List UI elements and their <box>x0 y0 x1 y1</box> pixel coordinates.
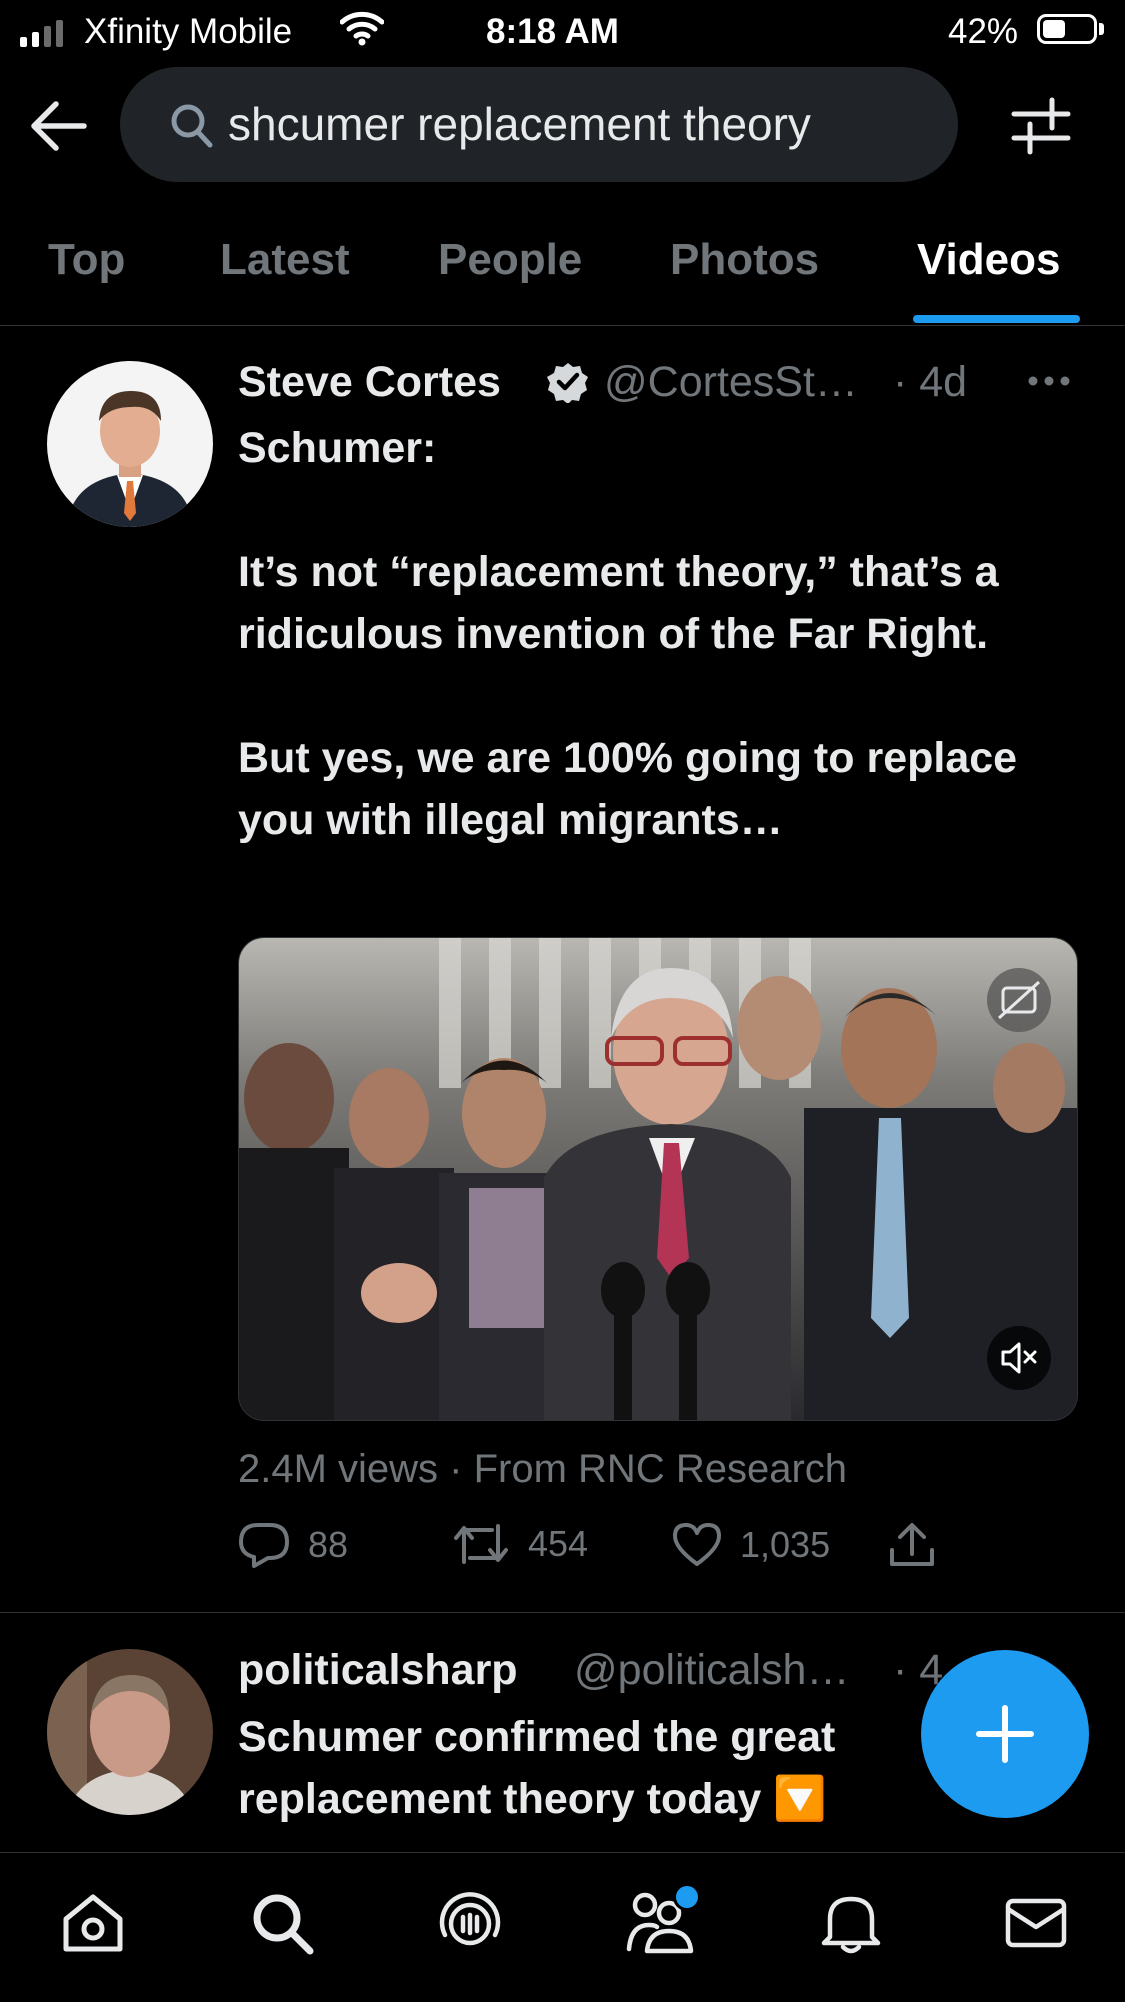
captions-icon[interactable] <box>987 968 1051 1032</box>
heart-icon <box>673 1523 721 1566</box>
clock: 8:18 AM <box>486 12 619 51</box>
bottom-nav <box>0 1852 1125 2002</box>
verified-badge-icon <box>547 363 588 403</box>
battery-percent: 42% <box>948 12 1019 51</box>
reply-icon <box>239 1523 289 1568</box>
tab-top[interactable]: Top <box>48 235 125 285</box>
reply-button[interactable]: 88 <box>238 1522 348 1568</box>
wifi-icon <box>340 11 384 46</box>
notification-dot <box>673 1883 701 1911</box>
carrier-name: Xfinity Mobile <box>84 12 293 51</box>
tweet-text: Schumer confirmed the great replacement … <box>238 1713 836 1823</box>
author-name[interactable]: Steve Cortes <box>238 358 501 407</box>
active-tab-indicator <box>913 315 1080 323</box>
video-player[interactable] <box>238 937 1078 1421</box>
search-tabs: Top Latest People Photos Videos <box>0 225 1125 325</box>
mail-icon[interactable] <box>1003 1891 1069 1955</box>
tweet-text: Schumer: It’s not “replacement theory,” … <box>238 424 1018 844</box>
compose-button[interactable] <box>921 1650 1089 1818</box>
tweet-time: · 4d <box>893 358 968 406</box>
reply-count: 88 <box>308 1524 349 1565</box>
mute-icon[interactable] <box>987 1326 1051 1390</box>
retweet-icon <box>454 1524 508 1564</box>
tab-photos[interactable]: Photos <box>670 235 819 285</box>
search-icon <box>171 104 213 148</box>
battery-icon <box>1037 14 1097 44</box>
avatar[interactable] <box>47 1649 213 1815</box>
sliders-icon[interactable] <box>1010 96 1072 156</box>
tab-latest[interactable]: Latest <box>220 235 350 285</box>
battery-tip <box>1099 23 1104 35</box>
retweet-count: 454 <box>528 1523 589 1564</box>
home-icon[interactable] <box>60 1891 126 1955</box>
status-bar: Xfinity Mobile 8:18 AM 42% <box>0 0 1125 62</box>
like-count: 1,035 <box>740 1524 831 1565</box>
author-name[interactable]: politicalsharp <box>238 1646 518 1695</box>
author-handle[interactable]: @politicalsh… <box>574 1646 849 1695</box>
video-thumbnail <box>239 938 1077 1420</box>
tab-people[interactable]: People <box>438 235 582 285</box>
arrow-left-icon[interactable] <box>30 98 88 154</box>
bell-icon[interactable] <box>818 1891 884 1955</box>
signal-icon <box>20 20 63 47</box>
search-icon[interactable] <box>250 1891 316 1955</box>
more-options-icon[interactable] <box>1027 375 1071 387</box>
tab-videos[interactable]: Videos <box>917 235 1060 285</box>
share-icon[interactable] <box>888 1522 936 1568</box>
author-handle[interactable]: @CortesSt… <box>604 358 858 407</box>
avatar-image <box>47 1649 213 1815</box>
search-input[interactable]: shcumer replacement theory <box>120 67 958 182</box>
spaces-icon[interactable] <box>437 1891 503 1955</box>
like-button[interactable]: 1,035 <box>672 1522 830 1568</box>
retweet-button[interactable]: 454 <box>452 1522 588 1566</box>
plus-icon <box>976 1705 1034 1763</box>
avatar-image <box>47 361 213 527</box>
tweet-meta: 2.4M views · From RNC Research <box>238 1447 848 1491</box>
divider <box>0 1612 1125 1613</box>
divider <box>0 325 1125 326</box>
avatar[interactable] <box>47 361 213 527</box>
search-query[interactable]: shcumer replacement theory <box>228 97 811 151</box>
